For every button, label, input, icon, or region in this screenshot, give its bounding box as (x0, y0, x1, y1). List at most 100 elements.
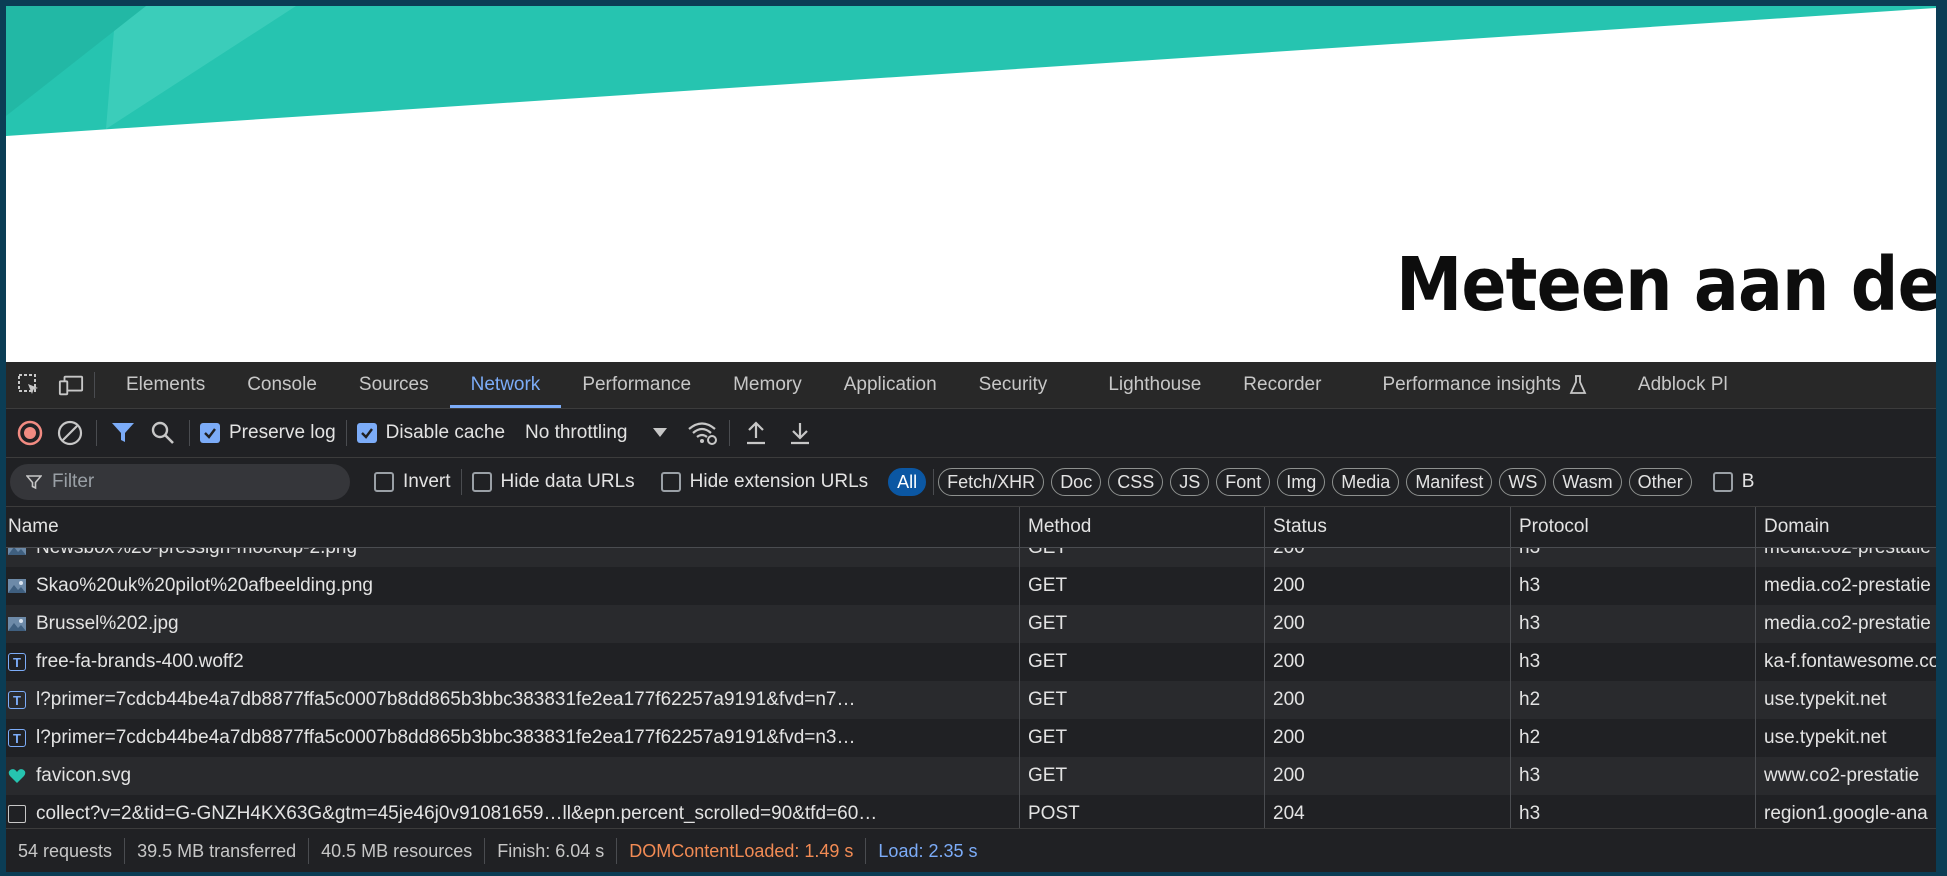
table-row[interactable]: Tl?primer=7cdcb44be4a7db8877ffa5c0007b8d… (6, 719, 1936, 757)
tab-performance-insights-label: Performance insights (1382, 374, 1561, 395)
table-header: Name Method Status Protocol Domain (6, 507, 1936, 548)
summary-requests: 54 requests (18, 840, 113, 861)
request-name: l?primer=7cdcb44be4a7db8877ffa5c0007b8dd… (36, 727, 856, 748)
cell-protocol: h2 (1510, 681, 1755, 719)
request-name: favicon.svg (36, 765, 132, 786)
cell-domain: media.co2-prestatie (1755, 567, 1936, 605)
cell-status: 200 (1264, 719, 1510, 757)
devtools-panel: Elements Console Sources Network Perform… (6, 362, 1936, 872)
filter-type-manifest[interactable]: Manifest (1406, 468, 1493, 496)
filter-type-wasm[interactable]: Wasm (1553, 468, 1622, 496)
filter-type-other[interactable]: Other (1628, 468, 1692, 496)
cell-status: 204 (1264, 795, 1510, 828)
inspect-element-icon[interactable] (16, 372, 42, 398)
devtools-tab-bar: Elements Console Sources Network Perform… (6, 362, 1936, 409)
request-name: l?primer=7cdcb44be4a7db8877ffa5c0007b8dd… (36, 689, 856, 710)
export-har-icon[interactable] (788, 420, 812, 446)
invert-label: Invert (403, 471, 451, 492)
tab-recorder[interactable]: Recorder (1222, 362, 1342, 408)
preserve-log-checkbox[interactable] (200, 423, 220, 443)
tab-performance[interactable]: Performance (561, 362, 712, 408)
summary-finish: Finish: 6.04 s (497, 840, 605, 861)
cell-method: GET (1019, 681, 1264, 719)
filter-bar: Filter Invert Hide data URLs Hide extens… (6, 458, 1936, 507)
network-conditions-icon[interactable] (687, 420, 719, 446)
filter-type-fetch-xhr[interactable]: Fetch/XHR (938, 468, 1045, 496)
filter-type-img[interactable]: Img (1277, 468, 1326, 496)
cell-name: Brussel%202.jpg (6, 605, 1019, 643)
table-row[interactable]: favicon.svg GET 200 h3 www.co2-prestatie (6, 757, 1936, 795)
cell-status: 200 (1264, 643, 1510, 681)
blocked-requests-checkbox[interactable] (1712, 472, 1733, 492)
filter-type-all[interactable]: All (888, 468, 927, 496)
search-icon[interactable] (147, 417, 179, 449)
cell-domain: ka-f.fontawesome.com (1755, 643, 1936, 681)
summary-resources: 40.5 MB resources (321, 840, 473, 861)
filter-type-doc[interactable]: Doc (1051, 468, 1102, 496)
disable-cache-label: Disable cache (385, 422, 506, 443)
column-header-status[interactable]: Status (1264, 507, 1510, 547)
tab-lighthouse[interactable]: Lighthouse (1068, 362, 1222, 408)
filter-type-js[interactable]: JS (1170, 468, 1210, 496)
cell-method: GET (1019, 567, 1264, 605)
tab-application[interactable]: Application (823, 362, 958, 408)
filter-input[interactable]: Filter (10, 464, 350, 500)
summary-load: Load: 2.35 s (878, 840, 978, 861)
filter-icon[interactable] (107, 417, 139, 449)
chevron-down-icon[interactable] (653, 428, 668, 438)
network-request-table: Name Method Status Protocol Domain Newsb… (6, 507, 1936, 828)
filter-type-ws[interactable]: WS (1499, 468, 1547, 496)
filter-type-css[interactable]: CSS (1108, 468, 1164, 496)
hide-data-urls-checkbox[interactable] (471, 472, 492, 492)
cell-protocol: h2 (1510, 719, 1755, 757)
clear-icon[interactable] (54, 417, 86, 449)
tab-sources[interactable]: Sources (338, 362, 450, 408)
import-har-icon[interactable] (744, 420, 768, 446)
table-row[interactable]: Tfree-fa-brands-400.woff2 GET 200 h3 ka-f.fo… (6, 643, 1936, 681)
column-header-method[interactable]: Method (1019, 507, 1264, 547)
cell-status: 200 (1264, 605, 1510, 643)
blocked-requests-label: B (1741, 471, 1755, 492)
invert-checkbox[interactable] (374, 472, 394, 492)
cell-name: Skao%20uk%20pilot%20afbeelding.png (6, 567, 1019, 605)
disable-cache-checkbox[interactable] (356, 423, 377, 443)
table-row[interactable]: Skao%20uk%20pilot%20afbeelding.png GET 200… (6, 567, 1936, 605)
column-header-protocol[interactable]: Protocol (1510, 507, 1755, 547)
cell-protocol: h3 (1510, 567, 1755, 605)
throttling-select[interactable]: No throttling (525, 422, 627, 444)
status-summary-bar: 54 requests 39.5 MB transferred 40.5 MB … (6, 828, 1936, 872)
column-header-name[interactable]: Name (6, 507, 1019, 547)
cell-method: POST (1019, 795, 1264, 828)
cell-domain: use.typekit.net (1755, 681, 1936, 719)
cell-method: GET (1019, 719, 1264, 757)
request-name: Skao%20uk%20pilot%20afbeelding.png (36, 575, 373, 596)
tab-adblock-plus[interactable]: Adblock Pl (1608, 362, 1749, 408)
table-row[interactable]: collect?v=2&tid=G-GNZH4KX63G&gtm=45je46j… (6, 795, 1936, 828)
tab-memory[interactable]: Memory (712, 362, 823, 408)
tab-console[interactable]: Console (226, 362, 338, 408)
tab-security[interactable]: Security (958, 362, 1069, 408)
hide-extension-urls-checkbox[interactable] (660, 472, 681, 492)
hide-data-urls-label: Hide data URLs (500, 471, 635, 492)
image-icon (8, 577, 26, 595)
table-row[interactable]: Brussel%202.jpg GET 200 h3 media.co2-prestat… (6, 605, 1936, 643)
table-body: Newsbox%20-pressign-mockup-2.pngGET200h3… (6, 529, 1936, 828)
flask-icon (1569, 375, 1587, 395)
filter-type-media[interactable]: Media (1332, 468, 1400, 496)
stop-recording-icon[interactable] (14, 417, 46, 449)
column-header-domain[interactable]: Domain (1755, 507, 1936, 547)
cell-status: 200 (1264, 757, 1510, 795)
tab-elements[interactable]: Elements (105, 362, 226, 408)
cell-name: Tl?primer=7cdcb44be4a7db8877ffa5c0007b8d… (6, 719, 1019, 757)
tab-network[interactable]: Network (449, 362, 562, 408)
table-row[interactable]: Tl?primer=7cdcb44be4a7db8877ffa5c0007b8d… (6, 681, 1936, 719)
cell-protocol: h3 (1510, 757, 1755, 795)
cell-status: 200 (1264, 681, 1510, 719)
tab-performance-insights[interactable]: Performance insights (1342, 362, 1607, 408)
device-toolbar-icon[interactable] (58, 372, 84, 398)
filter-type-font[interactable]: Font (1216, 468, 1271, 496)
doc-icon (8, 805, 26, 823)
preserve-log-label: Preserve log (229, 422, 336, 443)
font-icon: T (8, 691, 26, 709)
summary-transferred: 39.5 MB transferred (137, 840, 297, 861)
